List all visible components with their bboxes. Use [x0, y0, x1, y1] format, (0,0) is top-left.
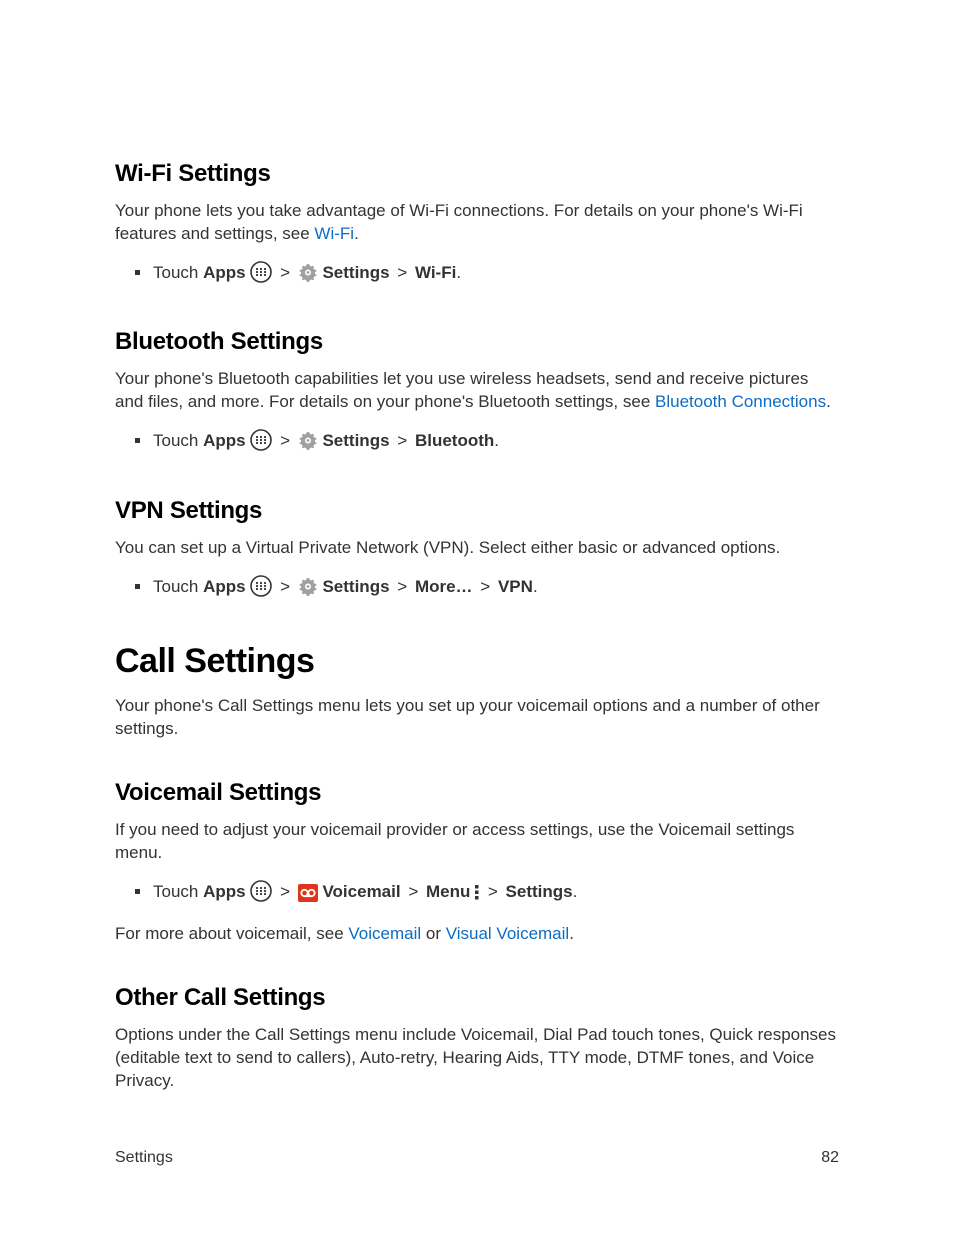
heading-call-settings: Call Settings [115, 642, 839, 681]
section-call-settings: Call Settings Your phone's Call Settings… [115, 642, 839, 741]
vpn-description: You can set up a Virtual Private Network… [115, 537, 839, 560]
label-apps: Apps [203, 882, 246, 901]
vpn-step-item: Touch Apps > Settings > More… > VPN. [135, 574, 839, 605]
settings-gear-icon [298, 576, 318, 605]
link-voicemail[interactable]: Voicemail [348, 924, 421, 943]
label-settings: Settings [506, 882, 573, 901]
apps-icon [250, 429, 272, 459]
voicemail-step-item: Touch Apps > Voicemail > Menu > Settings… [135, 879, 839, 910]
apps-icon [250, 261, 272, 291]
wifi-description: Your phone lets you take advantage of Wi… [115, 200, 839, 246]
wifi-steps-list: Touch Apps > Settings > Wi-Fi. [115, 260, 839, 291]
label-more: More… [415, 577, 473, 596]
voicemail-description: If you need to adjust your voicemail pro… [115, 819, 839, 865]
link-bluetooth-connections[interactable]: Bluetooth Connections [655, 392, 826, 411]
link-visual-voicemail[interactable]: Visual Voicemail [446, 924, 569, 943]
footer-section-name: Settings [115, 1149, 173, 1167]
label-settings: Settings [322, 577, 389, 596]
heading-bluetooth-settings: Bluetooth Settings [115, 328, 839, 356]
label-settings: Settings [322, 263, 389, 282]
heading-other-call-settings: Other Call Settings [115, 984, 839, 1012]
page-content: Wi-Fi Settings Your phone lets you take … [0, 0, 954, 1093]
menu-overflow-icon [475, 882, 480, 908]
call-settings-description: Your phone's Call Settings menu lets you… [115, 695, 839, 741]
vpn-steps-list: Touch Apps > Settings > More… > VPN. [115, 574, 839, 605]
voicemail-icon [298, 884, 318, 910]
label-apps: Apps [203, 431, 246, 450]
label-bluetooth: Bluetooth [415, 431, 494, 450]
heading-wifi-settings: Wi-Fi Settings [115, 160, 839, 188]
settings-gear-icon [298, 262, 318, 291]
bluetooth-steps-list: Touch Apps > Settings > Bluetooth. [115, 428, 839, 459]
heading-voicemail-settings: Voicemail Settings [115, 779, 839, 807]
bluetooth-step-item: Touch Apps > Settings > Bluetooth. [135, 428, 839, 459]
wifi-step-item: Touch Apps > Settings > Wi-Fi. [135, 260, 839, 291]
heading-vpn-settings: VPN Settings [115, 497, 839, 525]
page-footer: Settings 82 [115, 1149, 839, 1167]
label-voicemail: Voicemail [322, 882, 400, 901]
section-vpn: VPN Settings You can set up a Virtual Pr… [115, 497, 839, 604]
link-wifi[interactable]: Wi-Fi [314, 224, 354, 243]
bluetooth-description: Your phone's Bluetooth capabilities let … [115, 368, 839, 414]
label-settings: Settings [322, 431, 389, 450]
section-other-call: Other Call Settings Options under the Ca… [115, 984, 839, 1093]
other-call-description: Options under the Call Settings menu inc… [115, 1024, 839, 1093]
settings-gear-icon [298, 430, 318, 459]
label-vpn: VPN [498, 577, 533, 596]
section-bluetooth: Bluetooth Settings Your phone's Bluetoot… [115, 328, 839, 458]
section-voicemail: Voicemail Settings If you need to adjust… [115, 779, 839, 946]
footer-page-number: 82 [821, 1149, 839, 1167]
label-apps: Apps [203, 577, 246, 596]
voicemail-steps-list: Touch Apps > Voicemail > Menu > Settings… [115, 879, 839, 910]
voicemail-footnote: For more about voicemail, see Voicemail … [115, 923, 839, 946]
section-wifi: Wi-Fi Settings Your phone lets you take … [115, 160, 839, 290]
apps-icon [250, 575, 272, 605]
label-menu: Menu [426, 882, 470, 901]
label-apps: Apps [203, 263, 246, 282]
label-wifi: Wi-Fi [415, 263, 456, 282]
apps-icon [250, 880, 272, 910]
